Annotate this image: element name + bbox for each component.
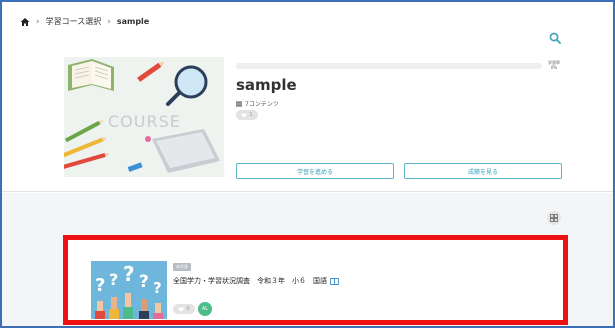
breadcrumb: › 学習コース選択 › sample [20,16,149,27]
book-icon [330,277,339,285]
svg-text:?: ? [109,270,118,289]
contents-count-label: 7コンテンツ [245,101,279,108]
svg-text:?: ? [123,262,135,286]
breadcrumb-current: sample [116,17,150,26]
status-badge: 未学習 [173,263,191,271]
breadcrumb-separator-icon: › [36,16,40,27]
cover-course-text: COURSE [108,112,181,131]
browser-frame: › 学習コース選択 › sample COURSE sample 7コンテンツ … [0,0,615,328]
grid-view-icon[interactable] [547,211,561,225]
svg-text:?: ? [139,272,149,292]
svg-text:?: ? [95,275,105,296]
home-icon[interactable] [20,17,30,27]
course-like-button[interactable]: 1 [236,110,258,120]
view-grades-button[interactable]: 成績を見る [404,163,562,179]
content-card[interactable]: ? ? ? ? ? 未学習 全国学力・学習状況調査 令和３年 小６ 国語 0 A… [63,235,568,325]
progress-label: 学習率 0% [548,60,560,70]
course-like-count: 1 [249,112,253,118]
course-cover-illustration: COURSE [64,57,224,177]
content-like-button[interactable]: 0 [173,304,195,314]
heart-icon [178,306,184,312]
svg-text:?: ? [153,279,162,297]
content-title-text: 全国学力・学習状況調査 令和３年 小６ 国語 [173,277,327,285]
contents-list-icon [236,101,242,106]
heart-icon [241,112,247,118]
search-icon[interactable] [549,32,561,44]
content-title[interactable]: 全国学力・学習状況調査 令和３年 小６ 国語 [173,276,339,286]
content-thumbnail: ? ? ? ? ? [91,261,167,319]
content-like-count: 0 [186,306,190,312]
lesson-type-icon: AL [198,302,212,316]
breadcrumb-separator-icon: › [107,16,111,27]
progress-bar [236,63,542,69]
course-title: sample [236,76,297,94]
breadcrumb-course-select[interactable]: 学習コース選択 [46,16,102,27]
question-marks-illustration: ? ? ? ? ? [91,261,167,319]
study-button[interactable]: 学習を進める [236,163,394,179]
course-header: › 学習コース選択 › sample COURSE sample 7コンテンツ … [2,2,613,192]
grid-view-glyph [550,214,558,222]
progress-value: 0% [550,65,558,71]
contents-count: 7コンテンツ [236,99,279,108]
course-cover-image: COURSE [64,57,224,177]
content-list-area: ? ? ? ? ? 未学習 全国学力・学習状況調査 令和３年 小６ 国語 0 A… [2,193,613,326]
